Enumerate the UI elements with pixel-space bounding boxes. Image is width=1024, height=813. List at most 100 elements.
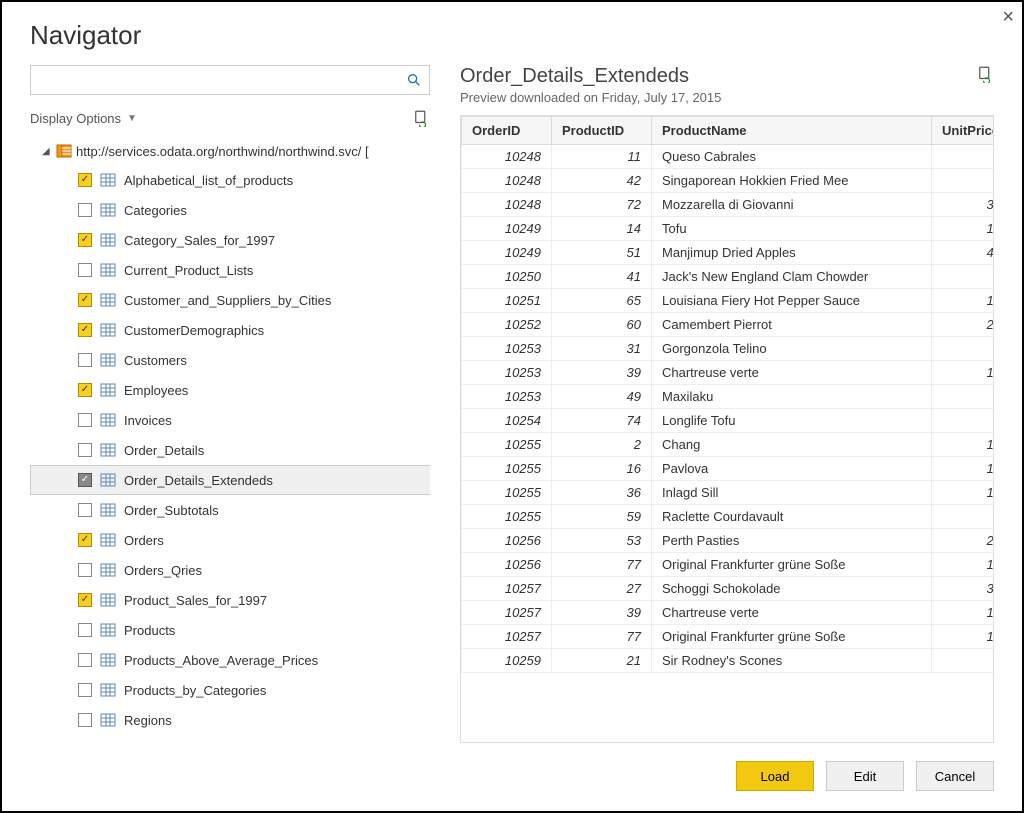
display-options-dropdown[interactable]: Display Options ▼: [30, 111, 137, 126]
column-header[interactable]: ProductID: [552, 117, 652, 145]
checkbox[interactable]: ✓: [78, 383, 92, 397]
table-icon: [100, 442, 116, 458]
search-row: [30, 65, 430, 95]
checkbox[interactable]: ✓: [78, 323, 92, 337]
cell-OrderID: 10255: [462, 505, 552, 529]
cell-UnitPrice: 9: [932, 169, 994, 193]
table-row[interactable]: 1025921Sir Rodney's Scones: [462, 649, 994, 673]
table-row[interactable]: 1025165Louisiana Fiery Hot Pepper Sauce1…: [462, 289, 994, 313]
tree-item[interactable]: Order_Subtotals: [30, 495, 430, 525]
column-header[interactable]: OrderID: [462, 117, 552, 145]
table-row[interactable]: 1024842Singaporean Hokkien Fried Mee9: [462, 169, 994, 193]
search-icon[interactable]: [399, 66, 429, 94]
tree-item[interactable]: ✓Category_Sales_for_1997: [30, 225, 430, 255]
refresh-preview-icon[interactable]: [976, 65, 994, 83]
checkbox[interactable]: ✓: [78, 173, 92, 187]
refresh-icon[interactable]: [412, 109, 430, 127]
tree-item[interactable]: Order_Details: [30, 435, 430, 465]
checkbox[interactable]: [78, 203, 92, 217]
cell-OrderID: 10255: [462, 481, 552, 505]
dialog-title: Navigator: [30, 20, 994, 51]
tree-item-label: Invoices: [124, 413, 172, 428]
checkbox[interactable]: ✓: [78, 593, 92, 607]
tree-item[interactable]: Customers: [30, 345, 430, 375]
tree-item[interactable]: Current_Product_Lists: [30, 255, 430, 285]
preview-grid: OrderIDProductIDProductNameUnitPrice 102…: [460, 115, 994, 743]
checkbox[interactable]: ✓: [78, 233, 92, 247]
tree-item[interactable]: ✓Customer_and_Suppliers_by_Cities: [30, 285, 430, 315]
checkbox[interactable]: [78, 653, 92, 667]
tree-item[interactable]: Regions: [30, 705, 430, 735]
checkbox[interactable]: [78, 443, 92, 457]
table-row[interactable]: 1025474Longlife Tofu: [462, 409, 994, 433]
load-button[interactable]: Load: [736, 761, 814, 791]
cell-OrderID: 10250: [462, 265, 552, 289]
table-row[interactable]: 1025516Pavlova13: [462, 457, 994, 481]
close-icon[interactable]: ×: [1002, 6, 1014, 29]
checkbox[interactable]: [78, 413, 92, 427]
cell-UnitPrice: 15: [932, 481, 994, 505]
tree-item[interactable]: ✓Order_Details_Extendeds: [30, 465, 430, 495]
tree-item[interactable]: Orders_Qries: [30, 555, 430, 585]
table-row[interactable]: 1024914Tofu18: [462, 217, 994, 241]
table-row[interactable]: 1024872Mozzarella di Giovanni34: [462, 193, 994, 217]
checkbox[interactable]: [78, 503, 92, 517]
tree-item[interactable]: ✓Product_Sales_for_1997: [30, 585, 430, 615]
footer: Load Edit Cancel: [30, 743, 994, 791]
table-row[interactable]: 1025331Gorgonzola Telino: [462, 337, 994, 361]
cell-OrderID: 10253: [462, 385, 552, 409]
table-row[interactable]: 1025260Camembert Pierrot27: [462, 313, 994, 337]
checkbox[interactable]: [78, 683, 92, 697]
tree-item[interactable]: Invoices: [30, 405, 430, 435]
table-row[interactable]: 1025536Inlagd Sill15: [462, 481, 994, 505]
checkbox[interactable]: ✓: [78, 293, 92, 307]
tree-root[interactable]: ◢ http://services.odata.org/northwind/no…: [30, 137, 430, 165]
cell-UnitPrice: 42: [932, 241, 994, 265]
table-row[interactable]: 1025339Chartreuse verte14: [462, 361, 994, 385]
column-header[interactable]: ProductName: [652, 117, 932, 145]
table-row[interactable]: 1025677Original Frankfurter grüne Soße10: [462, 553, 994, 577]
table-row[interactable]: 1025349Maxilaku: [462, 385, 994, 409]
table-row[interactable]: 1025727Schoggi Schokolade35: [462, 577, 994, 601]
checkbox[interactable]: [78, 263, 92, 277]
table-row[interactable]: 1025739Chartreuse verte14: [462, 601, 994, 625]
tree-scroll[interactable]: ◢ http://services.odata.org/northwind/no…: [30, 137, 430, 743]
tree-item-label: Categories: [124, 203, 187, 218]
table-row[interactable]: 1024811Queso Cabrales: [462, 145, 994, 169]
tree-item[interactable]: ✓Alphabetical_list_of_products: [30, 165, 430, 195]
cell-OrderID: 10253: [462, 361, 552, 385]
checkbox[interactable]: ✓: [78, 533, 92, 547]
cell-OrderID: 10255: [462, 457, 552, 481]
table-icon: [100, 562, 116, 578]
tree-item[interactable]: ✓CustomerDemographics: [30, 315, 430, 345]
tree-item[interactable]: Categories: [30, 195, 430, 225]
cell-ProductID: 74: [552, 409, 652, 433]
table-row[interactable]: 1024951Manjimup Dried Apples42: [462, 241, 994, 265]
checkbox[interactable]: ✓: [78, 473, 92, 487]
table-icon: [100, 292, 116, 308]
cell-ProductName: Manjimup Dried Apples: [652, 241, 932, 265]
checkbox[interactable]: [78, 713, 92, 727]
table-row[interactable]: 1025041Jack's New England Clam Chowder7: [462, 265, 994, 289]
tree-item[interactable]: ✓Orders: [30, 525, 430, 555]
column-header[interactable]: UnitPrice: [932, 117, 994, 145]
edit-button[interactable]: Edit: [826, 761, 904, 791]
checkbox[interactable]: [78, 353, 92, 367]
tree-item[interactable]: ✓Employees: [30, 375, 430, 405]
tree-item[interactable]: Products_by_Categories: [30, 675, 430, 705]
cell-OrderID: 10259: [462, 649, 552, 673]
table-row[interactable]: 1025559Raclette Courdavault: [462, 505, 994, 529]
search-input[interactable]: [31, 66, 399, 94]
table-icon: [100, 202, 116, 218]
cell-UnitPrice: [932, 145, 994, 169]
table-row[interactable]: 102552Chang15: [462, 433, 994, 457]
cancel-button[interactable]: Cancel: [916, 761, 994, 791]
table-row[interactable]: 1025653Perth Pasties26: [462, 529, 994, 553]
tree-item[interactable]: Products_Above_Average_Prices: [30, 645, 430, 675]
checkbox[interactable]: [78, 623, 92, 637]
checkbox[interactable]: [78, 563, 92, 577]
tree-item[interactable]: Products: [30, 615, 430, 645]
grid-scroll[interactable]: OrderIDProductIDProductNameUnitPrice 102…: [461, 116, 993, 742]
cell-UnitPrice: [932, 505, 994, 529]
table-row[interactable]: 1025777Original Frankfurter grüne Soße10: [462, 625, 994, 649]
